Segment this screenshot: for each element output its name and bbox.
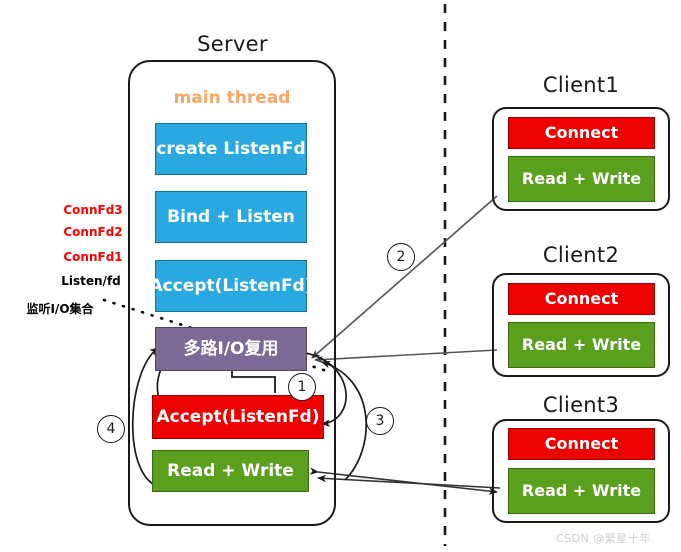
arrow-client2-to-multiplex [314,349,498,364]
server-title: Server [197,32,268,56]
server-block-create-listenfd[interactable]: create ListenFd [155,123,307,175]
step-marker-2: 2 [387,243,415,271]
client3-block-read-write[interactable]: Read + Write [508,468,655,514]
server-block-read-write[interactable]: Read + Write [152,450,309,492]
step-marker-1: 1 [288,373,316,401]
server-block-io-multiplexing[interactable]: 多路I/O复用 [155,327,307,371]
label-listen-fd: Listen/fd [61,274,121,288]
server-block-bind-listen[interactable]: Bind + Listen [155,191,307,243]
client2-block-read-write[interactable]: Read + Write [508,322,655,368]
client3-block-connect[interactable]: Connect [508,428,655,460]
label-listen-io-set: 监听I/O集合 [26,302,94,316]
label-connfd1: ConnFd1 [63,250,123,264]
server-block-accept-listenfd[interactable]: Accept(ListenFd) [150,260,313,312]
diagram-canvas: Server main thread create ListenFd Bind … [0,0,681,552]
arrow-server-rw-to-client3 [309,467,498,495]
watermark: CSDN @繁星十年 [556,532,651,545]
client2-title: Client2 [542,243,620,267]
client2-block-connect[interactable]: Connect [508,283,655,315]
label-connfd3: ConnFd3 [63,203,123,217]
client1-block-read-write[interactable]: Read + Write [508,156,655,202]
client1-block-connect[interactable]: Connect [508,117,655,149]
label-connfd2: ConnFd2 [63,225,123,239]
client1-title: Client1 [542,73,620,97]
step-marker-3: 3 [366,407,394,435]
server-main-thread-label: main thread [173,88,291,108]
server-block-accept-listenfd-red[interactable]: Accept(ListenFd) [152,395,324,439]
client3-title: Client3 [542,393,620,417]
arrow-client1-to-multiplex [311,195,498,359]
step-marker-4: 4 [97,415,125,443]
